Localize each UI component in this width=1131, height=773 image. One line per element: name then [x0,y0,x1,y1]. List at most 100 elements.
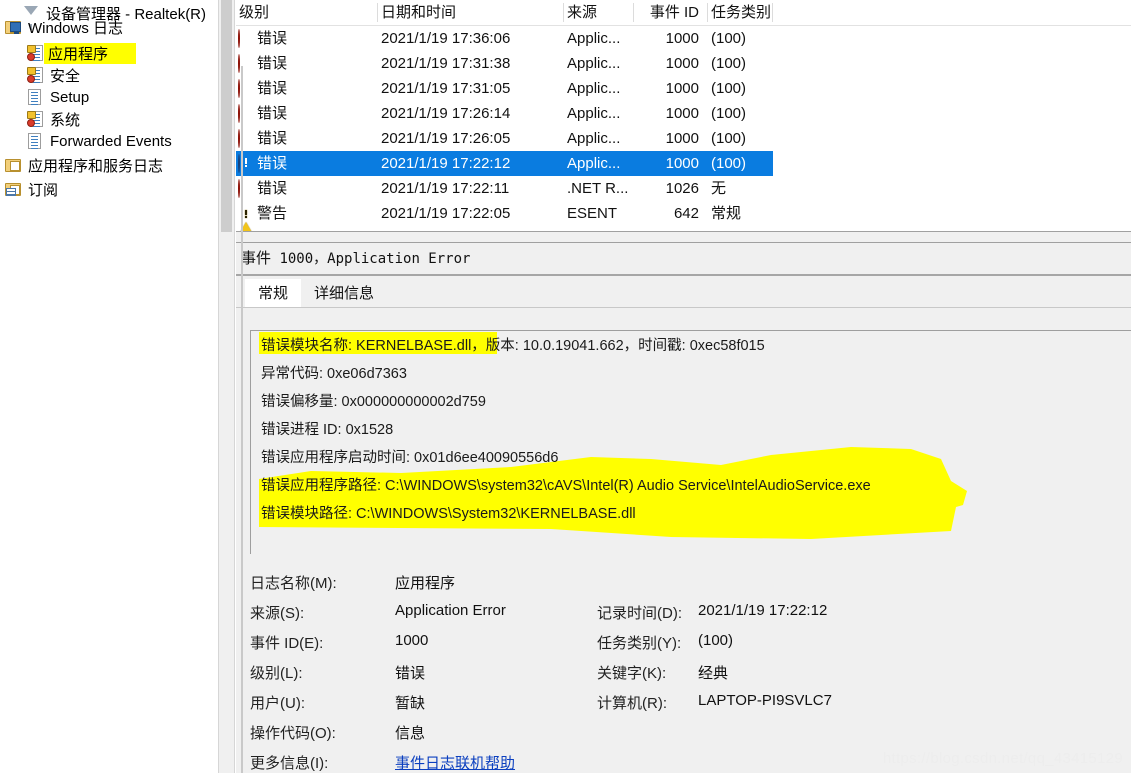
field-label-left-3: 级别(L): [250,665,303,682]
event-row[interactable]: 警告 2021/1/19 17:22:05 ESENT 642 常规 [236,201,773,231]
event-level: 错误 [257,80,288,97]
horizontal-splitter[interactable] [236,231,1131,243]
log-admin-icon [26,110,44,128]
field-label-right-3: 计算机(R): [597,695,667,712]
event-id: 642 [673,205,699,222]
log-admin-icon [26,66,44,84]
event-datetime: 2021/1/19 17:22:05 [381,205,511,222]
event-source: Applic... [567,30,621,47]
event-datetime: 2021/1/19 17:22:12 [381,155,511,172]
event-detail-title-prefix: 事件 [241,250,272,267]
detail-tab-label: 详细信息 [314,285,375,302]
field-label-left-6: 更多信息(I): [250,755,329,772]
event-task-category: (100) [711,130,747,147]
event-row[interactable]: 错误 2021/1/19 17:31:05 Applic... 1000 (100) [236,76,773,101]
event-list[interactable]: 级别 日期和时间 来源 事件 ID 任务类别 错误 2021/1/19 17:36:06 A… [236,0,1131,231]
message-line-5: 错误应用程序路径: C:\WINDOWS\system32\cAVS\Intel… [261,478,871,494]
event-id: 1000 [665,155,699,172]
column-header-3[interactable]: 事件 ID [634,0,708,25]
event-log-online-help-link[interactable]: 事件日志联机帮助 [395,755,515,772]
message-line-1: 异常代码: 0xe06d7363 [261,366,407,382]
tree-item-label: Windows 日志 [28,19,124,37]
tree-item-label: 系统 [50,111,81,129]
column-header-label: 事件 ID [649,4,699,21]
event-list-header[interactable]: 级别 日期和时间 来源 事件 ID 任务类别 [236,0,1131,26]
column-header-label: 日期和时间 [381,4,457,21]
column-header-0[interactable]: 级别 [236,0,378,25]
navigation-tree[interactable]: 设备管理器 - Realtek(R) Windows 日志 应用程序 安全 Setup 系… [0,0,218,773]
field-value-left-4: 暂缺 [395,695,426,712]
event-task-category: (100) [711,105,747,122]
field-label-left-1: 来源(S): [250,605,305,622]
event-detail-title-rest: 1000，Application Error [271,251,471,267]
event-level: 错误 [257,155,288,172]
column-header-label: 级别 [239,4,270,21]
column-header-label: 来源 [567,4,598,21]
event-source: Applic... [567,155,621,172]
tree-item-label: 安全 [50,67,81,85]
event-id: 1000 [665,80,699,97]
event-row[interactable]: 错误 2021/1/19 17:26:05 Applic... 1000 (100) [236,126,773,151]
detail-tab-0[interactable]: 常规 [245,279,302,308]
detail-pane-left-rule [241,66,243,773]
field-value-left-2: 1000 [395,632,429,649]
message-line-4: 错误应用程序启动时间: 0x01d6ee40090556d6 [261,450,559,466]
column-header-1[interactable]: 日期和时间 [378,0,564,25]
folder-icon [4,156,22,174]
message-line-0: 错误模块名称: KERNELBASE.dll，版本: 10.0.19041.66… [261,338,765,354]
field-label-left-0: 日志名称(M): [250,575,337,592]
tree-vertical-scrollbar[interactable] [218,0,235,773]
tree-item-7[interactable]: 应用程序和服务日志 [4,152,163,178]
field-value-right-3: LAPTOP-PI9SVLC7 [698,692,832,709]
event-source: ESENT [567,205,618,222]
event-id: 1000 [665,130,699,147]
event-row[interactable]: 错误 2021/1/19 17:36:06 Applic... 1000 (100) [236,26,773,51]
event-level: 警告 [257,205,288,222]
field-value-right-1: (100) [698,632,734,649]
event-row[interactable]: 错误 2021/1/19 17:31:38 Applic... 1000 (100) [236,51,773,76]
event-task-category: 无 [711,180,727,197]
event-detail-title: 事件 1000，Application Error [236,245,1131,273]
message-line-2: 错误偏移量: 0x000000000002d759 [261,394,486,410]
field-label-left-5: 操作代码(O): [250,725,336,742]
tree-item-6[interactable]: Forwarded Events [26,128,172,154]
event-row[interactable]: 错误 2021/1/19 17:26:14 Applic... 1000 (100) [236,101,773,126]
folder-monitor-icon [4,18,22,36]
field-label-right-2: 关键字(K): [597,665,667,682]
title-divider [236,274,1131,276]
log-page-icon [26,132,44,150]
message-line-6: 错误模块路径: C:\WINDOWS\System32\KERNELBASE.d… [261,506,636,522]
error-icon [238,29,255,48]
column-header-label: 任务类别 [711,4,772,21]
event-row[interactable]: 错误 2021/1/19 17:22:12 Applic... 1000 (100) [236,151,773,176]
field-label-right-1: 任务类别(Y): [597,635,682,652]
column-header-4[interactable]: 任务类别 [708,0,773,25]
scrollbar-thumb[interactable] [221,0,232,232]
event-datetime: 2021/1/19 17:31:05 [381,80,511,97]
tab-underline [236,307,1131,308]
event-id: 1000 [665,30,699,47]
tree-item-label: Forwarded Events [50,132,172,150]
event-message-box[interactable]: 错误模块名称: KERNELBASE.dll，版本: 10.0.19041.66… [250,330,1131,554]
field-label-left-2: 事件 ID(E): [250,635,324,652]
event-datetime: 2021/1/19 17:22:11 [381,180,510,197]
event-id: 1026 [665,180,699,197]
event-source: Applic... [567,105,621,122]
event-row[interactable]: 错误 2021/1/19 17:22:11 .NET R... 1026 无 [236,176,773,201]
watermark-text: https://blog.csdn.net/qq_43415129 [882,750,1123,767]
tree-item-1[interactable]: Windows 日志 [4,14,123,40]
detail-tab-1[interactable]: 详细信息 [301,279,387,308]
field-value-left-6[interactable]: 事件日志联机帮助 [395,752,515,773]
event-datetime: 2021/1/19 17:36:06 [381,30,511,47]
event-task-category: 常规 [711,205,742,222]
event-id: 1000 [665,55,699,72]
field-value-left-5: 信息 [395,725,426,742]
column-divider[interactable] [772,3,773,22]
detail-tabs[interactable]: 常规 详细信息 [245,278,387,308]
log-admin-icon [26,44,44,62]
event-level: 错误 [257,105,288,122]
event-level: 错误 [257,130,288,147]
tree-item-8[interactable]: 订阅 [4,176,58,202]
event-source: Applic... [567,80,621,97]
column-header-2[interactable]: 来源 [564,0,634,25]
